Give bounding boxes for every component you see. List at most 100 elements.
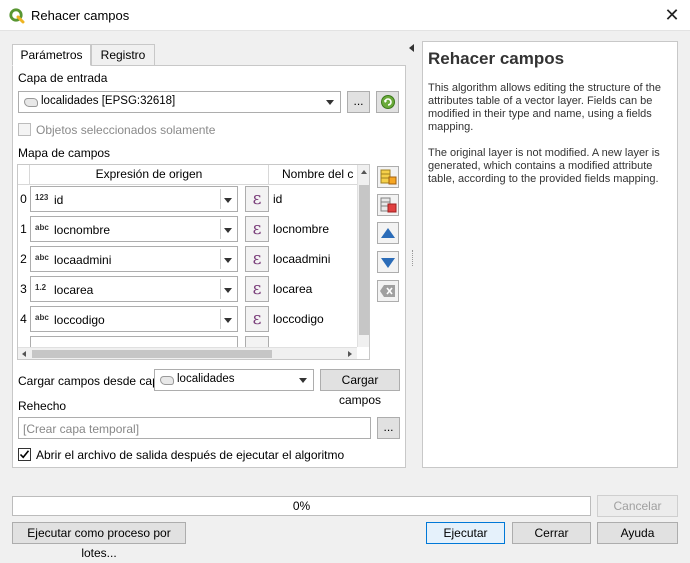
arrow-down-icon (381, 258, 395, 268)
expression-value: id (54, 193, 64, 207)
progress-bar: 0% (12, 496, 591, 516)
column-header-expression[interactable]: Expresión de origen (30, 165, 269, 185)
batch-process-button[interactable]: Ejecutar como proceso por lotes... (12, 522, 186, 560)
open-output-label: Abrir el archivo de salida después de ej… (36, 448, 345, 462)
chevron-down-icon (224, 228, 232, 233)
move-up-button[interactable] (377, 222, 399, 244)
help-paragraph-2: The original layer is not modified. A ne… (428, 147, 660, 185)
expression-builder-icon[interactable]: ε (245, 216, 269, 242)
expression-combo[interactable]: 1.2 locarea (30, 276, 238, 302)
iterate-button[interactable] (376, 91, 399, 113)
expression-combo[interactable]: 123 id (30, 186, 238, 212)
output-field-name[interactable]: id (273, 192, 282, 206)
move-down-button[interactable] (377, 251, 399, 273)
delete-field-icon (380, 197, 397, 213)
expression-combo[interactable]: abc locaadmini (30, 246, 238, 272)
expression-builder-icon[interactable]: ε (245, 306, 269, 332)
polygon-layer-icon (24, 98, 38, 107)
output-browse-button[interactable]: ... (377, 417, 400, 439)
text-field-icon: abc (35, 223, 49, 232)
output-field-name[interactable]: locaadmini (273, 252, 330, 266)
scroll-right-icon[interactable] (348, 351, 352, 357)
add-field-button[interactable] (377, 166, 399, 188)
input-layer-label: Capa de entrada (18, 71, 108, 85)
row-index: 3 (20, 282, 27, 296)
chevron-down-icon (224, 318, 232, 323)
field-map-label: Mapa de campos (18, 146, 111, 160)
tab-registro[interactable]: Registro (91, 44, 155, 66)
decimal-field-icon: 1.2 (35, 283, 47, 292)
expression-combo[interactable]: abc locnombre (30, 216, 238, 242)
selected-only-checkbox[interactable] (18, 123, 31, 136)
expression-value: locarea (54, 283, 94, 297)
close-button[interactable]: Cerrar (512, 522, 591, 544)
polygon-layer-icon (160, 376, 174, 385)
scroll-left-icon[interactable] (22, 351, 26, 357)
help-paragraph-1: This algorithm allows editing the struct… (428, 82, 661, 133)
row-header-corner (18, 165, 30, 185)
add-field-icon (380, 169, 397, 185)
progress-text: 0% (292, 499, 311, 513)
run-button[interactable]: Ejecutar (426, 522, 505, 544)
horizontal-scrollbar[interactable] (18, 347, 357, 359)
output-placeholder: [Crear capa temporal] (23, 422, 140, 436)
text-field-icon: abc (35, 253, 49, 262)
tab-parametros[interactable]: Parámetros (12, 44, 91, 66)
row-index: 2 (20, 252, 27, 266)
window-title: Rehacer campos (31, 8, 130, 23)
column-header-name[interactable]: Nombre del c (269, 165, 359, 185)
expression-value: locaadmini (54, 253, 112, 267)
output-field-name[interactable]: locnombre (273, 222, 329, 236)
expression-builder-icon[interactable]: ε (245, 276, 269, 302)
qgis-logo-icon (9, 8, 25, 24)
fields-mapping-table: Expresión de origen Nombre del c 0 123 i… (17, 164, 370, 360)
chevron-down-icon (224, 258, 232, 263)
row-index: 4 (20, 312, 27, 326)
integer-field-icon: 123 (35, 193, 49, 202)
backspace-icon (380, 285, 395, 297)
chevron-down-icon (326, 100, 334, 105)
combo-separator (220, 309, 221, 329)
horizontal-scroll-thumb[interactable] (32, 350, 272, 358)
help-panel: Rehacer campos This algorithm allows edi… (422, 41, 678, 468)
input-layer-value: localidades [EPSG:32618] (41, 95, 176, 107)
output-label: Rehecho (18, 399, 67, 413)
title-bar: Rehacer campos ✕ (0, 0, 690, 31)
input-layer-combo[interactable]: localidades [EPSG:32618] (18, 91, 341, 113)
checkmark-icon (19, 450, 30, 459)
expression-builder-icon[interactable]: ε (245, 186, 269, 212)
expression-value: locnombre (54, 223, 111, 237)
vertical-scrollbar[interactable] (357, 165, 369, 347)
help-button[interactable]: Ayuda (597, 522, 678, 544)
help-title: Rehacer campos (428, 49, 565, 68)
reset-fields-button[interactable] (377, 280, 399, 302)
cancel-button[interactable]: Cancelar (597, 495, 678, 517)
vertical-scroll-thumb[interactable] (359, 185, 369, 335)
delete-field-button[interactable] (377, 194, 399, 216)
open-output-checkbox[interactable] (18, 448, 31, 461)
chevron-down-icon (224, 288, 232, 293)
combo-separator (220, 219, 221, 239)
row-index: 0 (20, 192, 27, 206)
arrow-up-icon (381, 228, 395, 238)
chevron-down-icon (299, 378, 307, 383)
scroll-up-icon[interactable] (361, 170, 367, 174)
input-layer-browse-button[interactable]: ... (347, 91, 370, 113)
output-path-input[interactable]: [Crear capa temporal] (18, 417, 371, 439)
selected-only-label: Objetos seleccionados solamente (36, 123, 216, 137)
expression-combo[interactable]: abc loccodigo (30, 306, 238, 332)
combo-separator (220, 249, 221, 269)
load-fields-button[interactable]: Cargar campos (320, 369, 400, 407)
output-field-name[interactable]: locarea (273, 282, 312, 296)
chevron-down-icon (224, 198, 232, 203)
load-fields-layer-value: localidades (177, 373, 235, 385)
load-fields-label: Cargar campos desde capa (18, 374, 166, 388)
expression-builder-icon[interactable]: ε (245, 246, 269, 272)
collapse-panel-icon[interactable] (409, 44, 414, 52)
close-window-icon[interactable]: ✕ (662, 5, 682, 25)
row-index: 1 (20, 222, 27, 236)
output-field-name[interactable]: loccodigo (273, 312, 324, 326)
splitter-handle[interactable] (412, 250, 414, 266)
load-fields-layer-combo[interactable]: localidades (154, 369, 314, 391)
expression-value: loccodigo (54, 313, 105, 327)
